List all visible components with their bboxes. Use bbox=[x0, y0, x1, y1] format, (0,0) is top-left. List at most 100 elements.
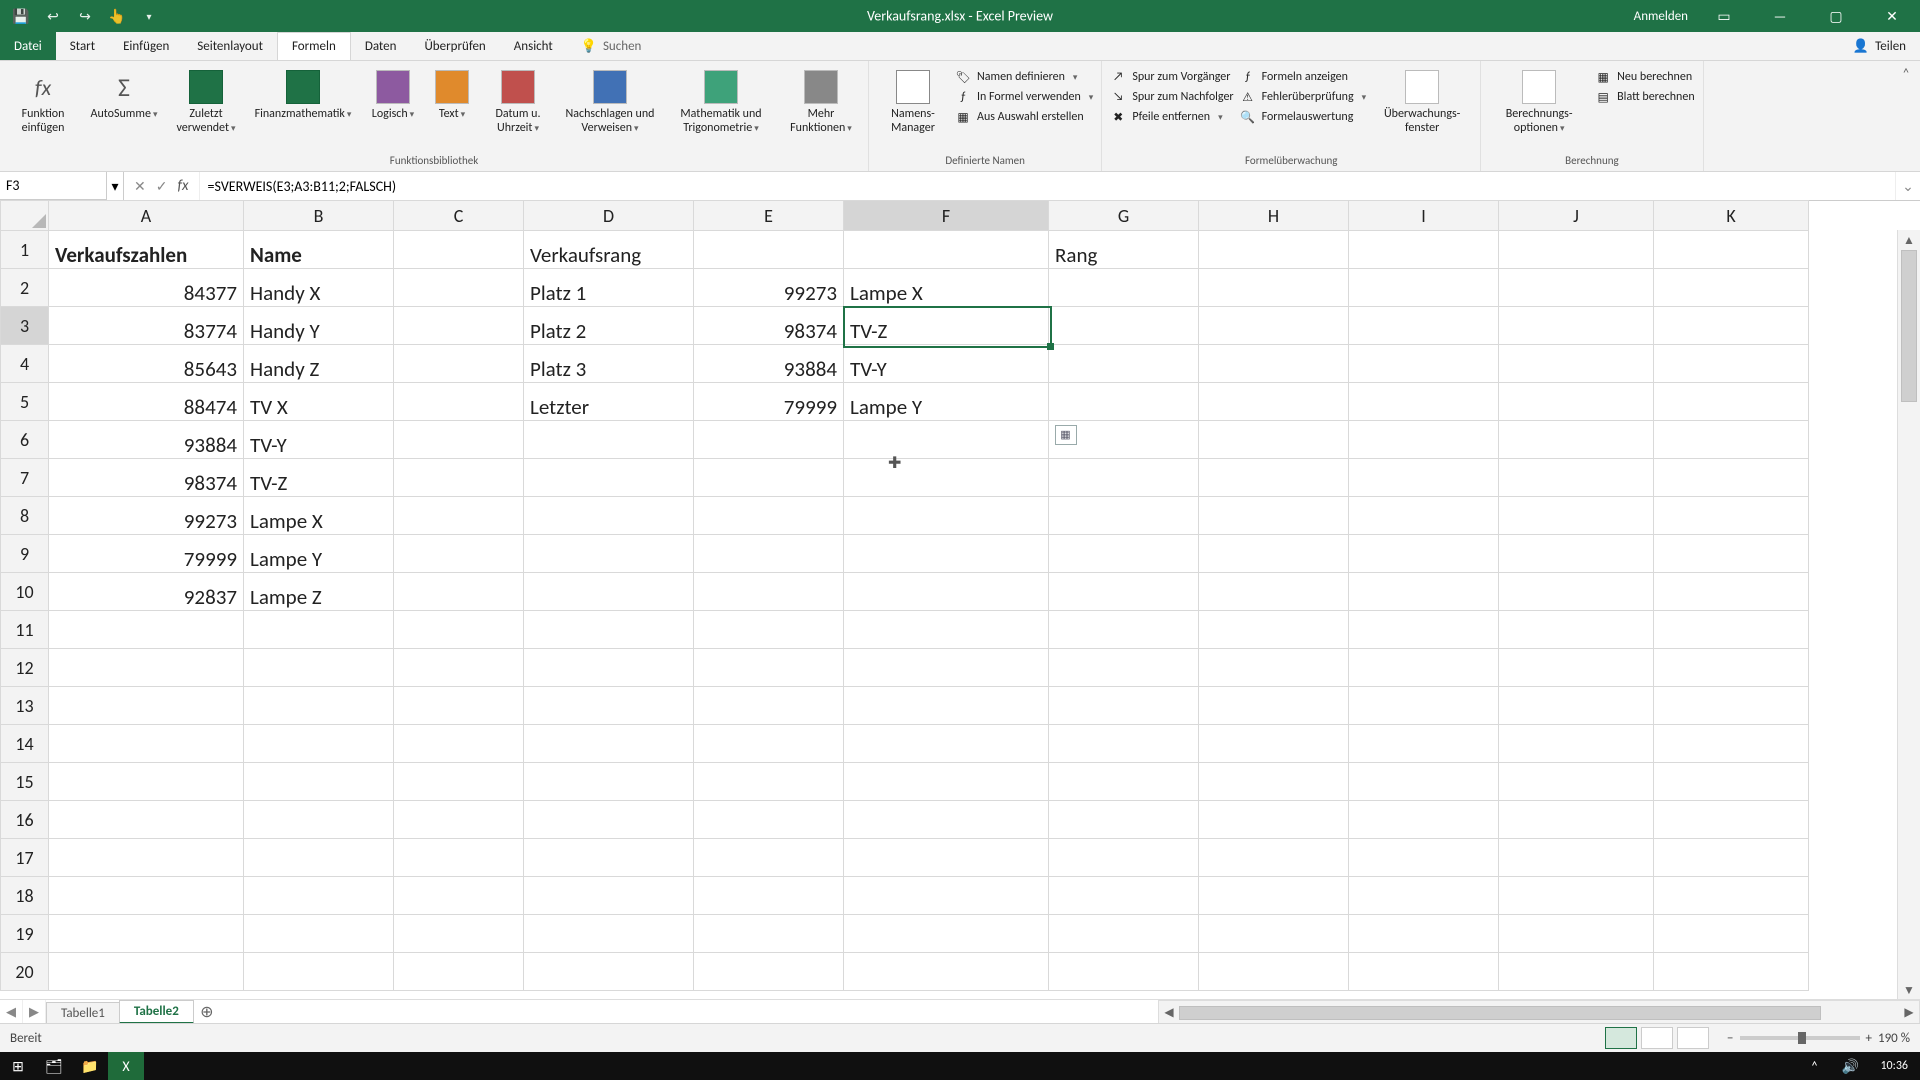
cell-I9[interactable] bbox=[1349, 535, 1499, 573]
cell-G11[interactable] bbox=[1049, 611, 1199, 649]
cell-F11[interactable] bbox=[844, 611, 1049, 649]
row-header-4[interactable]: 4 bbox=[1, 345, 49, 383]
define-name-button[interactable]: 🏷Namen definieren▾ bbox=[955, 69, 1093, 85]
scroll-right-arrow[interactable]: ▶ bbox=[1899, 1005, 1919, 1020]
zoom-in-button[interactable]: + bbox=[1866, 1031, 1872, 1046]
financial-fn-button[interactable]: Finanzmathematik▾ bbox=[248, 65, 358, 122]
cell-K9[interactable] bbox=[1654, 535, 1809, 573]
cell-I2[interactable] bbox=[1349, 269, 1499, 307]
cell-K4[interactable] bbox=[1654, 345, 1809, 383]
taskbar-folder-icon[interactable]: 📁 bbox=[72, 1052, 108, 1080]
cell-D15[interactable] bbox=[524, 763, 694, 801]
cell-D10[interactable] bbox=[524, 573, 694, 611]
cell-C18[interactable] bbox=[394, 877, 524, 915]
cell-C1[interactable] bbox=[394, 231, 524, 269]
cell-C2[interactable] bbox=[394, 269, 524, 307]
col-header-I[interactable]: I bbox=[1349, 201, 1499, 231]
cell-K14[interactable] bbox=[1654, 725, 1809, 763]
cell-D19[interactable] bbox=[524, 915, 694, 953]
row-header-14[interactable]: 14 bbox=[1, 725, 49, 763]
cell-B6[interactable]: TV-Y bbox=[244, 421, 394, 459]
cell-D6[interactable] bbox=[524, 421, 694, 459]
cell-B14[interactable] bbox=[244, 725, 394, 763]
cell-E14[interactable] bbox=[694, 725, 844, 763]
tab-review[interactable]: Überprüfen bbox=[410, 32, 499, 60]
cell-F7[interactable] bbox=[844, 459, 1049, 497]
scroll-down-arrow[interactable]: ▼ bbox=[1898, 980, 1920, 1000]
cell-H7[interactable] bbox=[1199, 459, 1349, 497]
cell-G5[interactable] bbox=[1049, 383, 1199, 421]
cell-K17[interactable] bbox=[1654, 839, 1809, 877]
row-header-20[interactable]: 20 bbox=[1, 953, 49, 991]
cell-B11[interactable] bbox=[244, 611, 394, 649]
cell-D9[interactable] bbox=[524, 535, 694, 573]
scroll-thumb-vertical[interactable] bbox=[1901, 250, 1917, 402]
col-header-J[interactable]: J bbox=[1499, 201, 1654, 231]
tab-view[interactable]: Ansicht bbox=[500, 32, 567, 60]
cell-H19[interactable] bbox=[1199, 915, 1349, 953]
cell-K15[interactable] bbox=[1654, 763, 1809, 801]
zoom-slider[interactable] bbox=[1740, 1036, 1860, 1040]
cell-C16[interactable] bbox=[394, 801, 524, 839]
cell-A5[interactable]: 88474 bbox=[49, 383, 244, 421]
cell-C8[interactable] bbox=[394, 497, 524, 535]
taskbar-explorer-icon[interactable]: 🗂 bbox=[36, 1052, 72, 1080]
cell-C3[interactable] bbox=[394, 307, 524, 345]
cell-K1[interactable] bbox=[1654, 231, 1809, 269]
show-formulas-button[interactable]: ƒFormeln anzeigen bbox=[1240, 69, 1367, 85]
cell-B17[interactable] bbox=[244, 839, 394, 877]
cell-G12[interactable] bbox=[1049, 649, 1199, 687]
cell-I4[interactable] bbox=[1349, 345, 1499, 383]
cell-B12[interactable] bbox=[244, 649, 394, 687]
row-header-3[interactable]: 3 bbox=[1, 307, 49, 345]
cell-J16[interactable] bbox=[1499, 801, 1654, 839]
cell-I6[interactable] bbox=[1349, 421, 1499, 459]
cell-B1[interactable]: Name bbox=[244, 231, 394, 269]
cell-D11[interactable] bbox=[524, 611, 694, 649]
expand-formula-bar[interactable]: ⌄ bbox=[1895, 172, 1920, 200]
tray-volume-icon[interactable]: 🔊 bbox=[1832, 1052, 1868, 1080]
remove-arrows-button[interactable]: ✖Pfeile entfernen▾ bbox=[1110, 109, 1233, 125]
cell-E11[interactable] bbox=[694, 611, 844, 649]
name-box[interactable]: F3 bbox=[0, 172, 107, 200]
tab-data[interactable]: Daten bbox=[351, 32, 411, 60]
cell-I15[interactable] bbox=[1349, 763, 1499, 801]
cell-G3[interactable] bbox=[1049, 307, 1199, 345]
cell-E13[interactable] bbox=[694, 687, 844, 725]
cell-B10[interactable]: Lampe Z bbox=[244, 573, 394, 611]
cell-E18[interactable] bbox=[694, 877, 844, 915]
cell-F18[interactable] bbox=[844, 877, 1049, 915]
start-menu-button[interactable]: ⊞ bbox=[0, 1052, 36, 1080]
formula-input[interactable]: =SVERWEIS(E3;A3:B11;2;FALSCH) bbox=[200, 172, 1895, 200]
cell-E4[interactable]: 93884 bbox=[694, 345, 844, 383]
cell-H10[interactable] bbox=[1199, 573, 1349, 611]
cell-H12[interactable] bbox=[1199, 649, 1349, 687]
tab-start[interactable]: Start bbox=[56, 32, 109, 60]
horizontal-scrollbar[interactable]: ◀ ▶ bbox=[1158, 1000, 1920, 1024]
view-page-layout-button[interactable] bbox=[1641, 1027, 1673, 1049]
cell-D2[interactable]: Platz 1 bbox=[524, 269, 694, 307]
cell-K12[interactable] bbox=[1654, 649, 1809, 687]
calc-options-button[interactable]: Berechnungs-optionen▾ bbox=[1489, 65, 1589, 136]
cell-I18[interactable] bbox=[1349, 877, 1499, 915]
scroll-thumb-horizontal[interactable] bbox=[1179, 1006, 1821, 1020]
cell-I10[interactable] bbox=[1349, 573, 1499, 611]
cell-B4[interactable]: Handy Z bbox=[244, 345, 394, 383]
name-manager-button[interactable]: Namens-Manager bbox=[877, 65, 949, 135]
cell-G10[interactable] bbox=[1049, 573, 1199, 611]
sheet-nav-next[interactable]: ▶ bbox=[23, 1000, 46, 1024]
cell-E8[interactable] bbox=[694, 497, 844, 535]
cell-F5[interactable]: Lampe Y bbox=[844, 383, 1049, 421]
cell-B18[interactable] bbox=[244, 877, 394, 915]
cell-E19[interactable] bbox=[694, 915, 844, 953]
sheet-tab-1[interactable]: Tabelle1 bbox=[46, 1002, 120, 1024]
cell-D3[interactable]: Platz 2 bbox=[524, 307, 694, 345]
cell-A16[interactable] bbox=[49, 801, 244, 839]
recent-fn-button[interactable]: Zuletzt verwendet▾ bbox=[170, 65, 242, 136]
cell-G7[interactable] bbox=[1049, 459, 1199, 497]
cell-A2[interactable]: 84377 bbox=[49, 269, 244, 307]
cell-B3[interactable]: Handy Y bbox=[244, 307, 394, 345]
cell-A14[interactable] bbox=[49, 725, 244, 763]
cell-C11[interactable] bbox=[394, 611, 524, 649]
cell-E20[interactable] bbox=[694, 953, 844, 991]
